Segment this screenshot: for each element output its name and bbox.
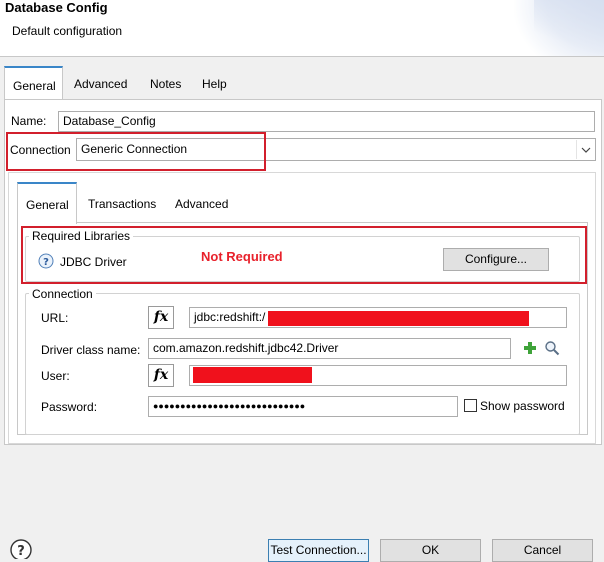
connection-group-title: Connection xyxy=(29,287,96,301)
user-expression-button[interactable]: fx xyxy=(148,364,174,387)
tab-general[interactable]: General xyxy=(4,66,63,99)
show-password-label: Show password xyxy=(480,399,565,413)
dialog-subtitle: Default configuration xyxy=(12,24,123,38)
url-redaction xyxy=(268,311,529,326)
inner-tab-general[interactable]: General xyxy=(17,182,77,224)
svg-text:?: ? xyxy=(17,544,25,559)
driver-class-field[interactable]: com.amazon.redshift.jdbc42.Driver xyxy=(148,338,511,359)
chevron-down-icon[interactable] xyxy=(576,140,594,159)
url-value: jdbc:redshift:/ xyxy=(194,310,266,324)
name-label: Name: xyxy=(11,114,47,128)
driver-class-label: Driver class name: xyxy=(41,343,141,357)
user-label: User: xyxy=(41,369,70,383)
dialog-title: Database Config xyxy=(5,0,108,15)
password-field[interactable]: ●●●●●●●●●●●●●●●●●●●●●●●●●●●● xyxy=(148,396,458,417)
help-icon[interactable]: ? xyxy=(8,537,34,561)
tab-notes[interactable]: Notes xyxy=(142,66,189,99)
tab-advanced[interactable]: Advanced xyxy=(66,66,135,99)
add-icon[interactable] xyxy=(522,340,538,356)
connection-highlight-box xyxy=(6,132,266,171)
tab-help[interactable]: Help xyxy=(194,66,235,99)
url-expression-button[interactable]: fx xyxy=(148,306,174,329)
inner-tab-transactions[interactable]: Transactions xyxy=(80,186,164,219)
search-icon[interactable] xyxy=(544,340,560,356)
password-label: Password: xyxy=(41,400,98,414)
user-redaction xyxy=(193,367,312,383)
inner-tab-advanced[interactable]: Advanced xyxy=(167,186,236,219)
name-field[interactable]: Database_Config xyxy=(58,111,595,132)
url-label: URL: xyxy=(41,311,69,325)
required-libraries-highlight-box xyxy=(21,226,587,284)
show-password-checkbox[interactable] xyxy=(464,399,477,412)
header-decoration-overlay xyxy=(534,0,604,56)
